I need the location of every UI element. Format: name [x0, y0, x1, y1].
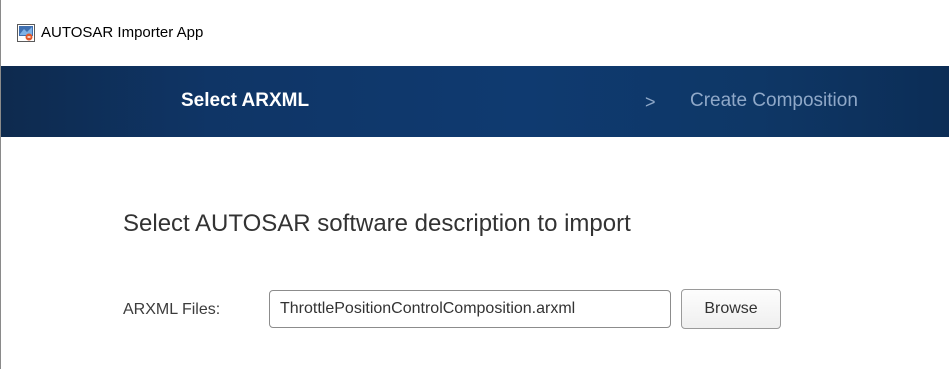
- app-icon: [17, 24, 35, 42]
- browse-button[interactable]: Browse: [681, 289, 781, 329]
- arxml-files-label: ARXML Files:: [123, 301, 221, 318]
- step-select-arxml[interactable]: Select ARXML: [181, 90, 309, 112]
- step-navigation-bar: Select ARXML > Create Composition: [1, 66, 949, 137]
- step-separator: >: [645, 92, 656, 112]
- arxml-files-input[interactable]: [269, 290, 671, 328]
- step-create-composition[interactable]: Create Composition: [690, 90, 858, 112]
- page-heading: Select AUTOSAR software description to i…: [123, 210, 631, 237]
- app-window: AUTOSAR Importer App Select ARXML > Crea…: [0, 0, 949, 369]
- window-title: AUTOSAR Importer App: [41, 24, 204, 41]
- main-content: Select AUTOSAR software description to i…: [1, 137, 949, 369]
- title-bar: AUTOSAR Importer App: [1, 0, 949, 66]
